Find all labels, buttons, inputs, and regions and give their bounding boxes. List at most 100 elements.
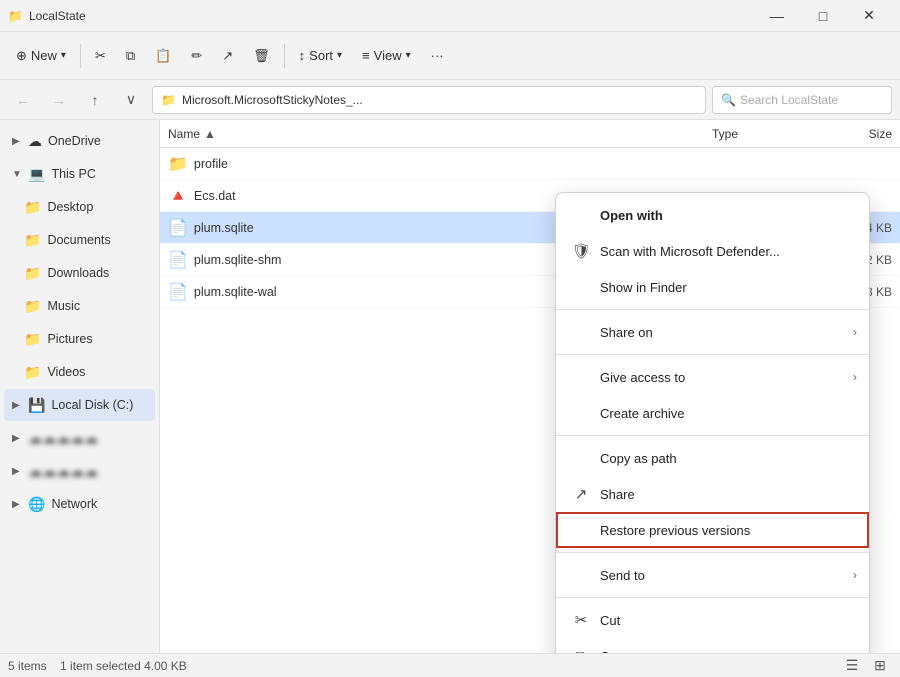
close-button[interactable]: ✕ (846, 0, 892, 32)
sidebar-item-cloud2[interactable]: ▶ ☁☁☁☁☁ (4, 455, 155, 487)
cm-share-on[interactable]: Share on › (556, 314, 869, 350)
maximize-button[interactable]: □ (800, 0, 846, 32)
sidebar-item-desktop[interactable]: 📁 Desktop (4, 191, 155, 223)
arrow-icon: › (853, 370, 857, 384)
cut-icon: ✂ (572, 611, 590, 629)
sidebar-item-music[interactable]: 📁 Music (4, 290, 155, 322)
recent-button[interactable]: ∨ (116, 86, 146, 114)
view-dropdown-icon: ▾ (406, 50, 411, 61)
folder-icon: 📁 (24, 364, 41, 381)
up-button[interactable]: ↑ (80, 86, 110, 114)
arrow-icon: › (853, 568, 857, 582)
main-content: ▶ ☁ OneDrive ▼ 💻 This PC 📁 Desktop 📁 Doc… (0, 120, 900, 653)
new-button[interactable]: ⊕ New ▾ (8, 38, 74, 74)
grid-view-button[interactable]: ⊞ (868, 656, 892, 676)
cm-restore[interactable]: Restore previous versions (556, 512, 869, 548)
share-icon: ↗ (222, 48, 233, 64)
view-icon: ≡ (362, 48, 370, 63)
rename-icon: ✏ (191, 48, 202, 64)
cm-separator-5 (556, 597, 869, 598)
sidebar-item-network[interactable]: ▶ 🌐 Network (4, 488, 155, 520)
search-box[interactable]: 🔍 Search LocalState (712, 86, 892, 114)
expand-icon: ▼ (12, 169, 22, 180)
onedrive-icon: ☁ (28, 133, 42, 150)
copy-icon: ⧉ (126, 48, 135, 64)
cm-copy[interactable]: ⧉ Copy (556, 638, 869, 653)
sidebar-item-thispc[interactable]: ▼ 💻 This PC (4, 158, 155, 190)
sort-dropdown-icon: ▾ (337, 50, 342, 61)
sidebar-item-downloads[interactable]: 📁 Downloads (4, 257, 155, 289)
cut-icon: ✂ (95, 48, 106, 64)
cloud2-icon: ☁☁☁☁☁ (28, 463, 98, 480)
cm-open-with[interactable]: Open with (556, 197, 869, 233)
arrow-icon: › (853, 325, 857, 339)
more-icon: ··· (431, 48, 444, 63)
folder-icon: 📁 (24, 199, 41, 216)
folder-icon: 📁 (24, 298, 41, 315)
share-button[interactable]: ↗ (214, 38, 241, 74)
copy-icon: ⧉ (572, 648, 590, 654)
folder-icon: 📁 (8, 9, 23, 23)
expand-icon: ▶ (12, 499, 22, 510)
more-button[interactable]: ··· (423, 38, 452, 74)
toolbar-divider-2 (284, 44, 285, 68)
copy-button[interactable]: ⧉ (118, 38, 143, 74)
minimize-button[interactable]: — (754, 0, 800, 32)
rename-button[interactable]: ✏ (183, 38, 210, 74)
disk-icon: 💾 (28, 397, 45, 414)
toolbar-divider-1 (80, 44, 81, 68)
toolbar: ⊕ New ▾ ✂ ⧉ 📋 ✏ ↗ 🗑 ↕ Sort ▾ ≡ View ▾ ··… (0, 32, 900, 80)
address-bar: ← → ↑ ∨ 📁 Microsoft.MicrosoftStickyNotes… (0, 80, 900, 120)
expand-icon: ▶ (12, 466, 22, 477)
sidebar-item-pictures[interactable]: 📁 Pictures (4, 323, 155, 355)
sidebar-item-onedrive[interactable]: ▶ ☁ OneDrive (4, 125, 155, 157)
cm-share[interactable]: ↗ Share (556, 476, 869, 512)
context-menu-overlay[interactable]: Open with 🛡 Scan with Microsoft Defender… (160, 120, 900, 653)
share-icon: ↗ (572, 485, 590, 503)
expand-icon: ▶ (12, 136, 22, 147)
pc-icon: 💻 (28, 166, 45, 183)
new-dropdown-icon: ▾ (61, 50, 66, 61)
cm-separator-2 (556, 354, 869, 355)
new-icon: ⊕ (16, 48, 27, 64)
list-view-button[interactable]: ☰ (840, 656, 864, 676)
sort-button[interactable]: ↕ Sort ▾ (291, 38, 350, 74)
cloud1-icon: ☁☁☁☁☁ (28, 430, 98, 447)
sidebar-item-documents[interactable]: 📁 Documents (4, 224, 155, 256)
expand-icon: ▶ (12, 400, 22, 411)
cm-separator-1 (556, 309, 869, 310)
status-bar-right: ☰ ⊞ (840, 656, 892, 676)
sidebar-item-videos[interactable]: 📁 Videos (4, 356, 155, 388)
cm-give-access[interactable]: Give access to › (556, 359, 869, 395)
file-list: Name ▲ Type Size 📁 profile 🔺 Ecs.dat 📄 (160, 120, 900, 653)
folder-icon: 📁 (24, 265, 41, 282)
context-menu: Open with 🛡 Scan with Microsoft Defender… (555, 192, 870, 653)
view-button[interactable]: ≡ View ▾ (354, 38, 419, 74)
status-bar: 5 items 1 item selected 4.00 KB ☰ ⊞ (0, 653, 900, 677)
window-controls: — □ ✕ (754, 0, 892, 32)
cm-scan[interactable]: 🛡 Scan with Microsoft Defender... (556, 233, 869, 269)
paste-button[interactable]: 📋 (147, 38, 179, 74)
cm-send-to[interactable]: Send to › (556, 557, 869, 593)
sort-icon: ↕ (299, 48, 306, 63)
sidebar-item-cloud1[interactable]: ▶ ☁☁☁☁☁ (4, 422, 155, 454)
address-path[interactable]: 📁 Microsoft.MicrosoftStickyNotes_... (152, 86, 706, 114)
paste-icon: 📋 (155, 48, 171, 64)
cm-copy-path[interactable]: Copy as path (556, 440, 869, 476)
forward-button[interactable]: → (44, 86, 74, 114)
cm-separator-3 (556, 435, 869, 436)
back-button[interactable]: ← (8, 86, 38, 114)
cm-separator-4 (556, 552, 869, 553)
sidebar-item-localdisk[interactable]: ▶ 💾 Local Disk (C:) (4, 389, 155, 421)
network-icon: 🌐 (28, 496, 45, 513)
cut-button[interactable]: ✂ (87, 38, 114, 74)
expand-icon: ▶ (12, 433, 22, 444)
delete-icon: 🗑 (253, 48, 270, 64)
folder-icon: 📁 (24, 331, 41, 348)
delete-button[interactable]: 🗑 (245, 38, 278, 74)
cm-cut[interactable]: ✂ Cut (556, 602, 869, 638)
cm-create-archive[interactable]: Create archive (556, 395, 869, 431)
search-icon: 🔍 (721, 93, 736, 107)
cm-show-finder[interactable]: Show in Finder (556, 269, 869, 305)
folder-icon: 📁 (24, 232, 41, 249)
